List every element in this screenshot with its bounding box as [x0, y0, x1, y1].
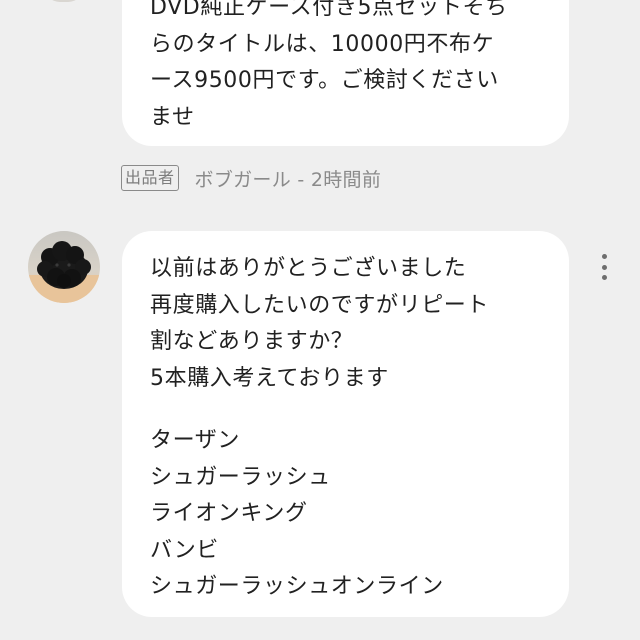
- seller-badge: 出品者: [121, 165, 179, 191]
- message-line: ませ: [150, 104, 195, 130]
- author-timestamp: ボブガール - 2時間前: [194, 168, 382, 191]
- dot: [601, 254, 607, 259]
- dot: [601, 275, 607, 280]
- user-avatar[interactable]: [28, 231, 100, 303]
- title-line: ライオンキング: [150, 501, 308, 526]
- message-bubble: 以前はありがとうございました 再度購入したいのですがリピート 割などありますか？…: [122, 231, 569, 617]
- dot: [601, 264, 607, 270]
- previous-user-avatar[interactable]: [44, 0, 84, 2]
- message-line: 以前はありがとうございました: [150, 256, 467, 281]
- title-line: シュガーラッシュオンライン: [150, 574, 444, 599]
- avatar-image: [28, 231, 100, 303]
- title-line: シュガーラッシュ: [150, 464, 331, 490]
- message-line: 再度購入したいのですがリピート: [150, 292, 490, 318]
- message-line: らのタイトルは、10000円不布ケ: [150, 31, 495, 57]
- message-line: ース9500円です。ご検討ください: [150, 68, 499, 93]
- previous-message-bubble: DVD純正ケース付き5点セットそち らのタイトルは、10000円不布ケ ース95…: [122, 0, 569, 146]
- title-line: バンビ: [150, 537, 219, 563]
- title-line: ターザン: [150, 428, 240, 453]
- message-meta: 出品者 ボブガール - 2時間前: [121, 163, 381, 193]
- more-vert-icon[interactable]: [594, 254, 614, 280]
- message-line: DVD純正ケース付き5点セットそち: [150, 0, 508, 20]
- message-line: 割などありますか？: [150, 329, 354, 354]
- message-line: 5本購入考えております: [150, 365, 389, 391]
